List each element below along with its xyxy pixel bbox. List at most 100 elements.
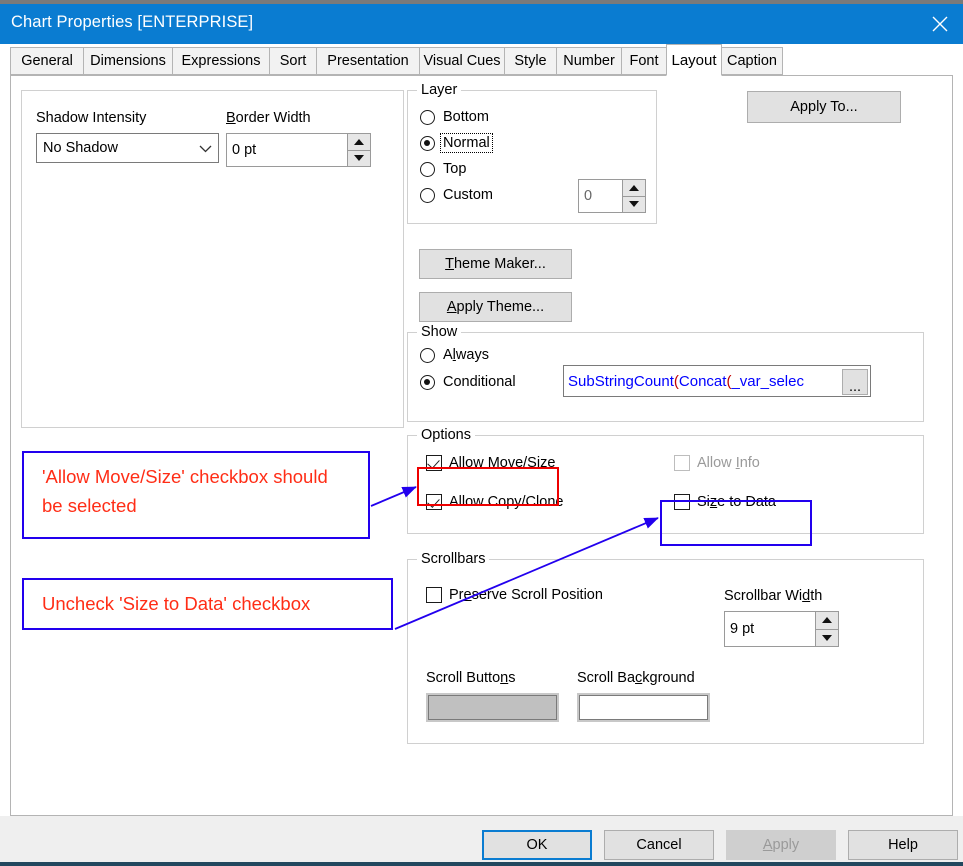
window-title: Chart Properties [ENTERPRISE] [11, 13, 254, 31]
radio-layer-normal-label: Normal [440, 133, 493, 153]
radio-layer-bottom[interactable]: Bottom [420, 109, 490, 125]
border-width-stepper[interactable]: 0 pt [226, 133, 371, 167]
checkbox-allow-move-size-label: Allow Move/Size [449, 455, 556, 471]
radio-layer-top-label: Top [443, 161, 467, 177]
tab-visual-cues[interactable]: Visual Cues [419, 47, 505, 75]
close-icon[interactable] [917, 4, 963, 44]
radio-layer-top[interactable]: Top [420, 161, 467, 177]
annotation-allow-move-size: 'Allow Move/Size' checkbox should be sel… [22, 451, 370, 539]
radio-circle-icon [420, 161, 435, 177]
checkbox-box-icon [674, 455, 690, 471]
border-width-value[interactable]: 0 pt [226, 133, 347, 167]
theme-maker-label: Theme Maker... [445, 256, 546, 272]
tab-presentation[interactable]: Presentation [316, 47, 420, 75]
checkbox-size-to-data[interactable]: Size to Data [674, 494, 776, 510]
scrollbar-width-spin-buttons[interactable] [815, 611, 839, 647]
show-group-legend: Show [417, 324, 462, 340]
ok-label: OK [526, 837, 548, 853]
cancel-button[interactable]: Cancel [604, 830, 714, 860]
apply-label: Apply [762, 837, 800, 853]
tab-layout[interactable]: Layout [666, 44, 722, 76]
apply-to-button[interactable]: Apply To... [747, 91, 901, 123]
radio-circle-icon [420, 374, 435, 390]
help-label: Help [888, 837, 918, 853]
radio-show-always-label: Always [443, 347, 489, 363]
expression-token: SubStringCount [568, 372, 674, 390]
checkbox-preserve-scroll-position[interactable]: Preserve Scroll Position [426, 587, 603, 603]
radio-layer-custom[interactable]: Custom [420, 187, 494, 203]
checkbox-allow-info-label: Allow Info [697, 455, 760, 471]
spinner-down-icon[interactable] [622, 195, 646, 213]
checkbox-allow-copy-clone[interactable]: Allow Copy/Clone [426, 494, 563, 510]
radio-show-always[interactable]: Always [420, 347, 490, 363]
checkbox-allow-info: Allow Info [674, 455, 760, 471]
checkbox-box-icon [426, 587, 442, 603]
scrollbars-group: Scrollbars Preserve Scroll Position Scro… [407, 551, 924, 744]
tab-general[interactable]: General [10, 47, 84, 75]
scroll-background-color-swatch[interactable] [577, 693, 710, 722]
apply-theme-button[interactable]: Apply Theme... [419, 292, 572, 322]
border-width-spin-buttons[interactable] [347, 133, 371, 167]
radio-circle-icon [420, 135, 435, 151]
scroll-buttons-color-swatch[interactable] [426, 693, 559, 722]
ok-button[interactable]: OK [482, 830, 592, 860]
tab-style[interactable]: Style [504, 47, 557, 75]
radio-layer-bottom-label: Bottom [443, 109, 489, 125]
radio-layer-normal[interactable]: Normal [420, 133, 493, 153]
tab-dimensions[interactable]: Dimensions [83, 47, 173, 75]
checkbox-box-icon [674, 494, 690, 510]
spinner-up-icon[interactable] [347, 133, 371, 150]
tab-label: Style [514, 53, 547, 69]
help-button[interactable]: Help [848, 830, 958, 860]
title-bar: Chart Properties [ENTERPRISE] [0, 4, 963, 44]
tab-label: Sort [279, 53, 307, 69]
tab-label: General [21, 53, 73, 69]
radio-layer-custom-label: Custom [443, 187, 493, 203]
tab-font[interactable]: Font [621, 47, 667, 75]
layer-custom-value[interactable]: 0 [578, 179, 622, 213]
scrollbar-width-value[interactable]: 9 pt [724, 611, 815, 647]
cancel-label: Cancel [636, 837, 682, 853]
radio-show-conditional[interactable]: Conditional [420, 374, 517, 390]
dialog-footer: OK Cancel Apply Help [0, 816, 963, 862]
tab-label: Presentation [327, 53, 409, 69]
layer-group: Layer Bottom Normal Top Custom 0 [407, 82, 657, 224]
tab-label: Visual Cues [423, 53, 501, 69]
layer-custom-spin-buttons[interactable] [622, 179, 646, 213]
tab-label: Number [563, 53, 615, 69]
layer-group-legend: Layer [417, 82, 462, 98]
tab-number[interactable]: Number [556, 47, 622, 75]
scroll-background-color-fill [579, 695, 708, 720]
conditional-expression-input[interactable]: SubStringCount(Concat(_var_selec ... [563, 365, 871, 397]
spinner-down-icon[interactable] [347, 149, 371, 167]
spinner-up-icon[interactable] [622, 179, 646, 196]
tab-label: Expressions [181, 53, 261, 69]
radio-circle-icon [420, 347, 435, 363]
tab-expressions[interactable]: Expressions [172, 47, 270, 75]
show-group: Show Always Conditional SubStringCount(C… [407, 324, 924, 422]
expression-token: Concat [678, 372, 727, 390]
window-bottom-edge [0, 862, 963, 866]
spinner-up-icon[interactable] [815, 611, 839, 629]
scrollbar-width-stepper[interactable]: 9 pt [724, 611, 839, 647]
scroll-buttons-label: Scroll Buttons [426, 670, 516, 686]
shadow-intensity-value: No Shadow [43, 140, 118, 156]
border-width-label: Border Width [226, 110, 311, 126]
spinner-down-icon[interactable] [815, 628, 839, 647]
annotation-allow-move-size-text: 'Allow Move/Size' checkbox should be sel… [42, 466, 328, 516]
expression-editor-button[interactable]: ... [842, 369, 868, 395]
tab-sort[interactable]: Sort [269, 47, 317, 75]
checkbox-allow-move-size[interactable]: Allow Move/Size [426, 455, 555, 471]
options-group: Options Allow Move/Size Allow Copy/Clone… [407, 427, 924, 534]
checkbox-box-icon [426, 494, 442, 510]
radio-circle-icon [420, 109, 435, 125]
shadow-intensity-select[interactable]: No Shadow [36, 133, 219, 163]
layer-custom-stepper[interactable]: 0 [578, 179, 646, 213]
tab-caption[interactable]: Caption [721, 47, 783, 75]
checkbox-size-to-data-label: Size to Data [697, 494, 776, 510]
checkbox-preserve-scroll-position-label: Preserve Scroll Position [449, 587, 603, 603]
ellipsis-label: ... [848, 379, 862, 395]
theme-maker-button[interactable]: Theme Maker... [419, 249, 572, 279]
scrollbar-width-label: Scrollbar Width [724, 588, 823, 604]
scrollbars-group-legend: Scrollbars [417, 551, 490, 567]
